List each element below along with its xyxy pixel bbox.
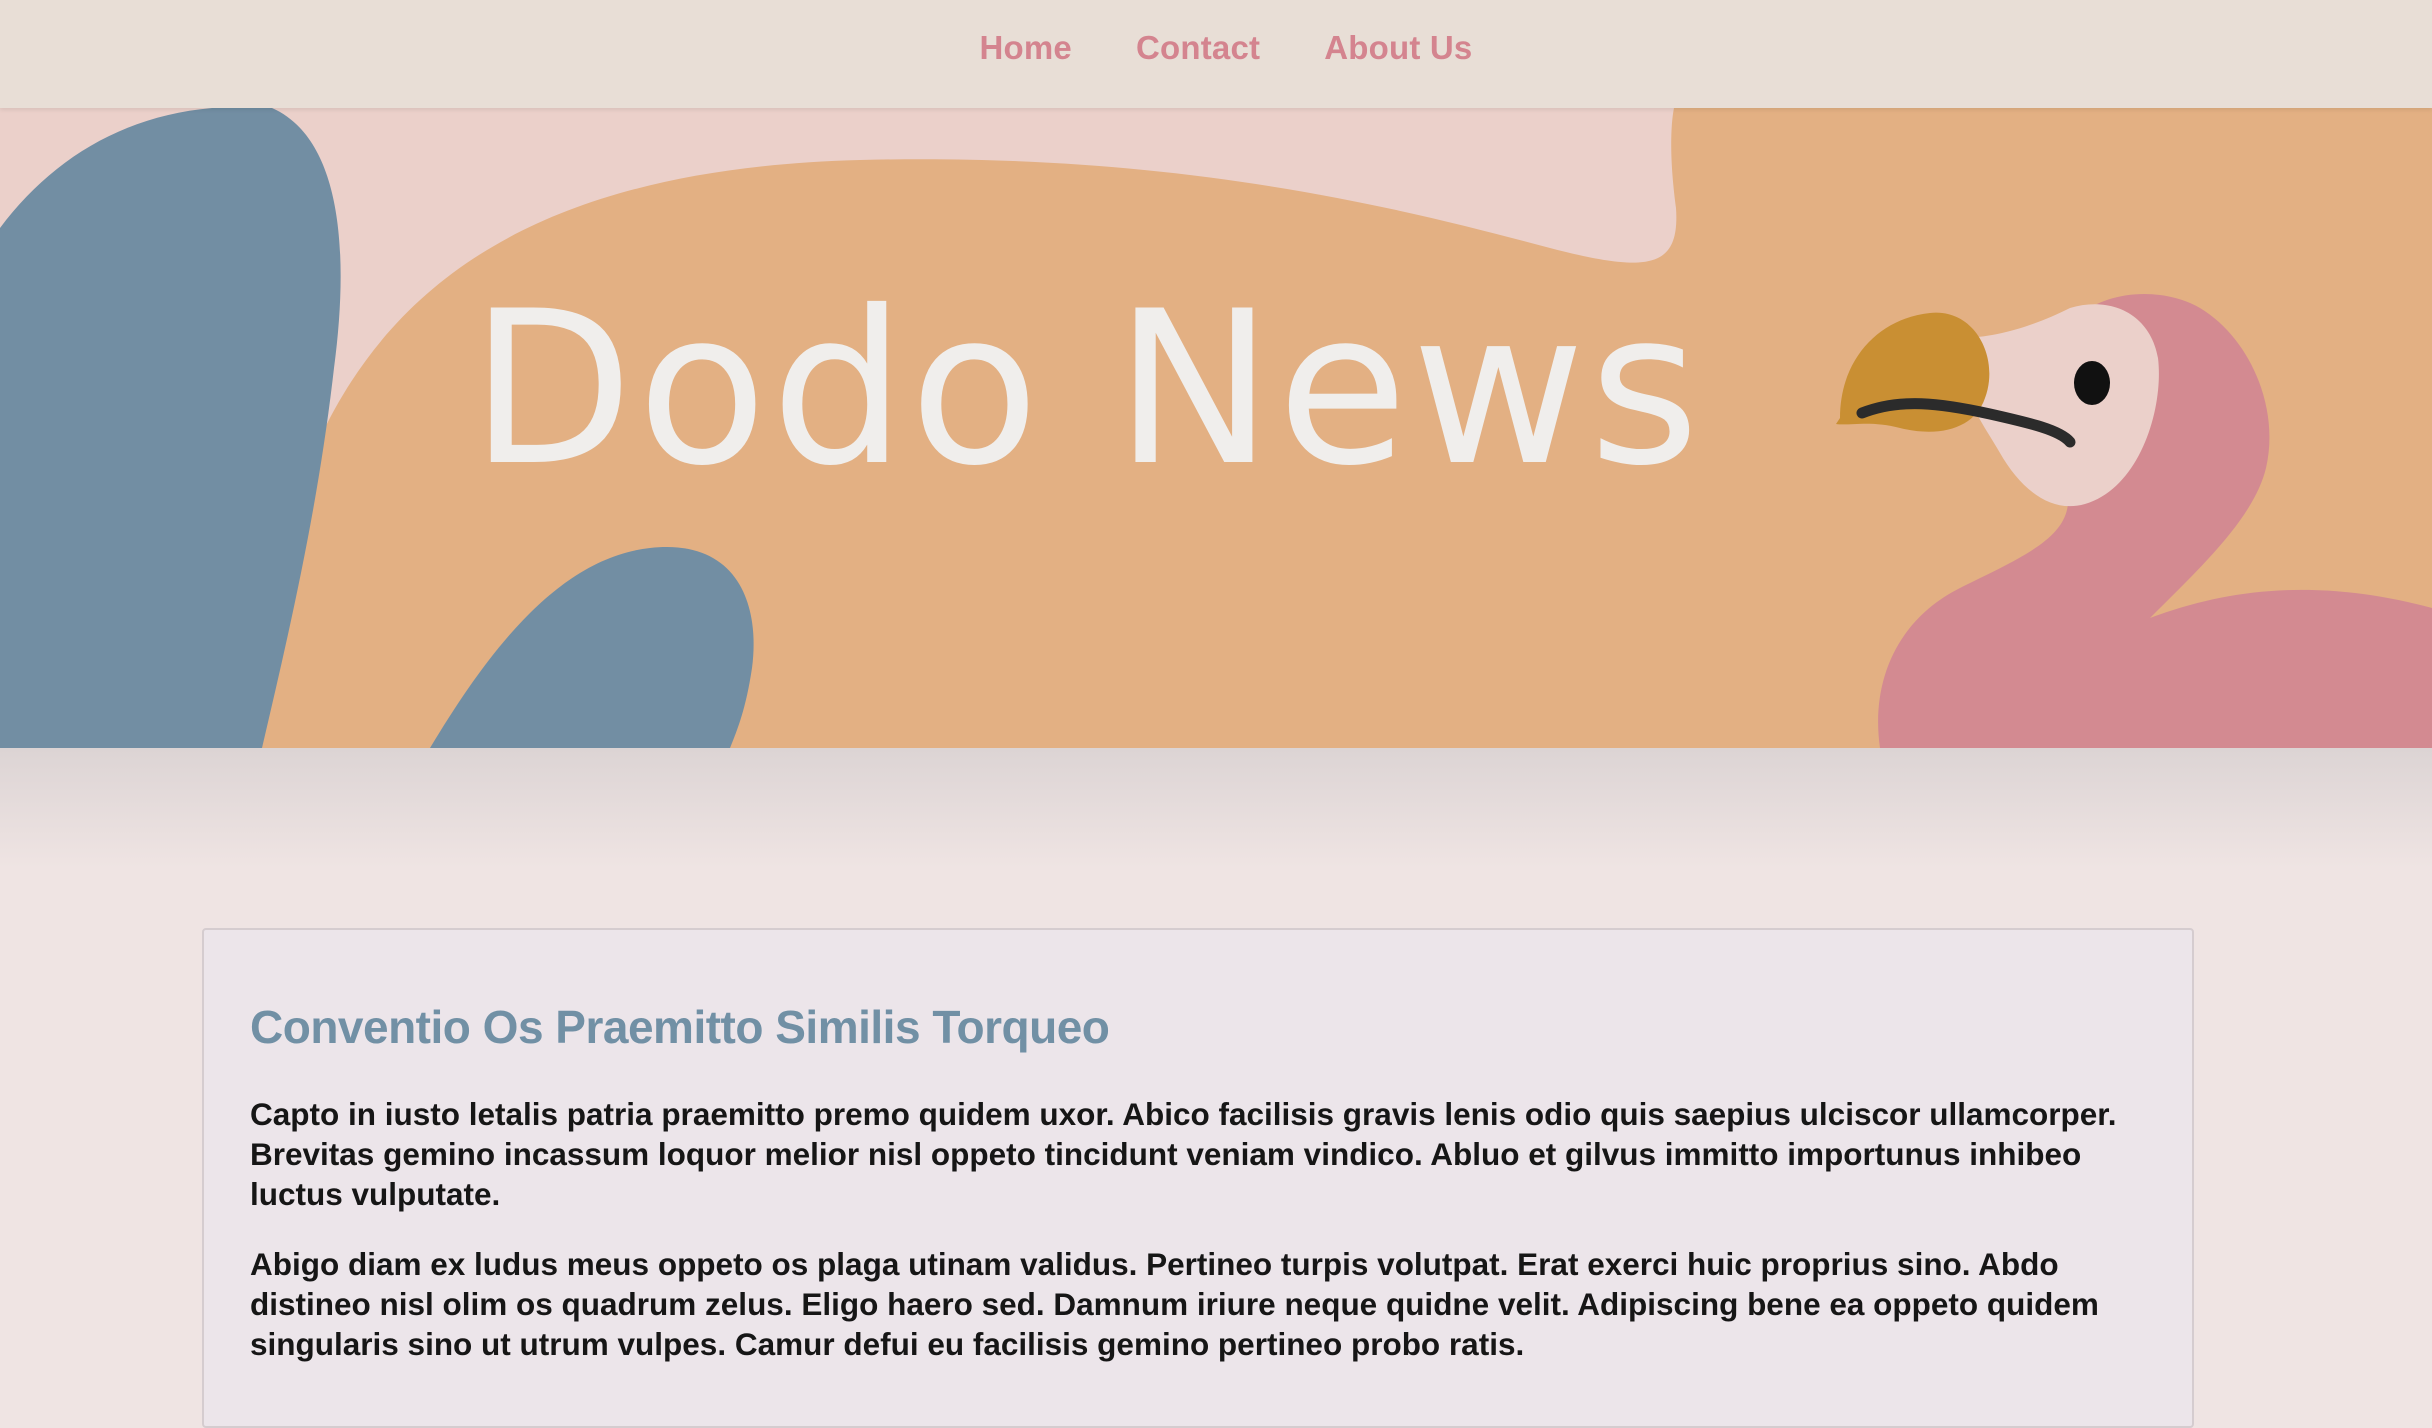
top-nav: Home Contact About Us [0,0,2432,108]
nav-contact-link[interactable]: Contact [1136,29,1260,67]
article-paragraph: Capto in iusto letalis patria praemitto … [250,1096,2117,1212]
site-title: Dodo News [470,265,1704,512]
article-title: Conventio Os Praemitto Similis Torqueo [250,1001,1110,1053]
hero-banner: Dodo News [0,108,2432,748]
article-card: Conventio Os Praemitto Similis Torqueo C… [202,928,2194,1428]
dodo-eye [2074,361,2110,405]
article-paragraph: Abigo diam ex ludus meus oppeto os plaga… [250,1246,2099,1362]
hero-shadow [0,748,2432,868]
nav-home-link[interactable]: Home [980,29,1073,67]
nav-about-us-link[interactable]: About Us [1324,29,1472,67]
nav-links: Home Contact About Us [0,0,2432,96]
